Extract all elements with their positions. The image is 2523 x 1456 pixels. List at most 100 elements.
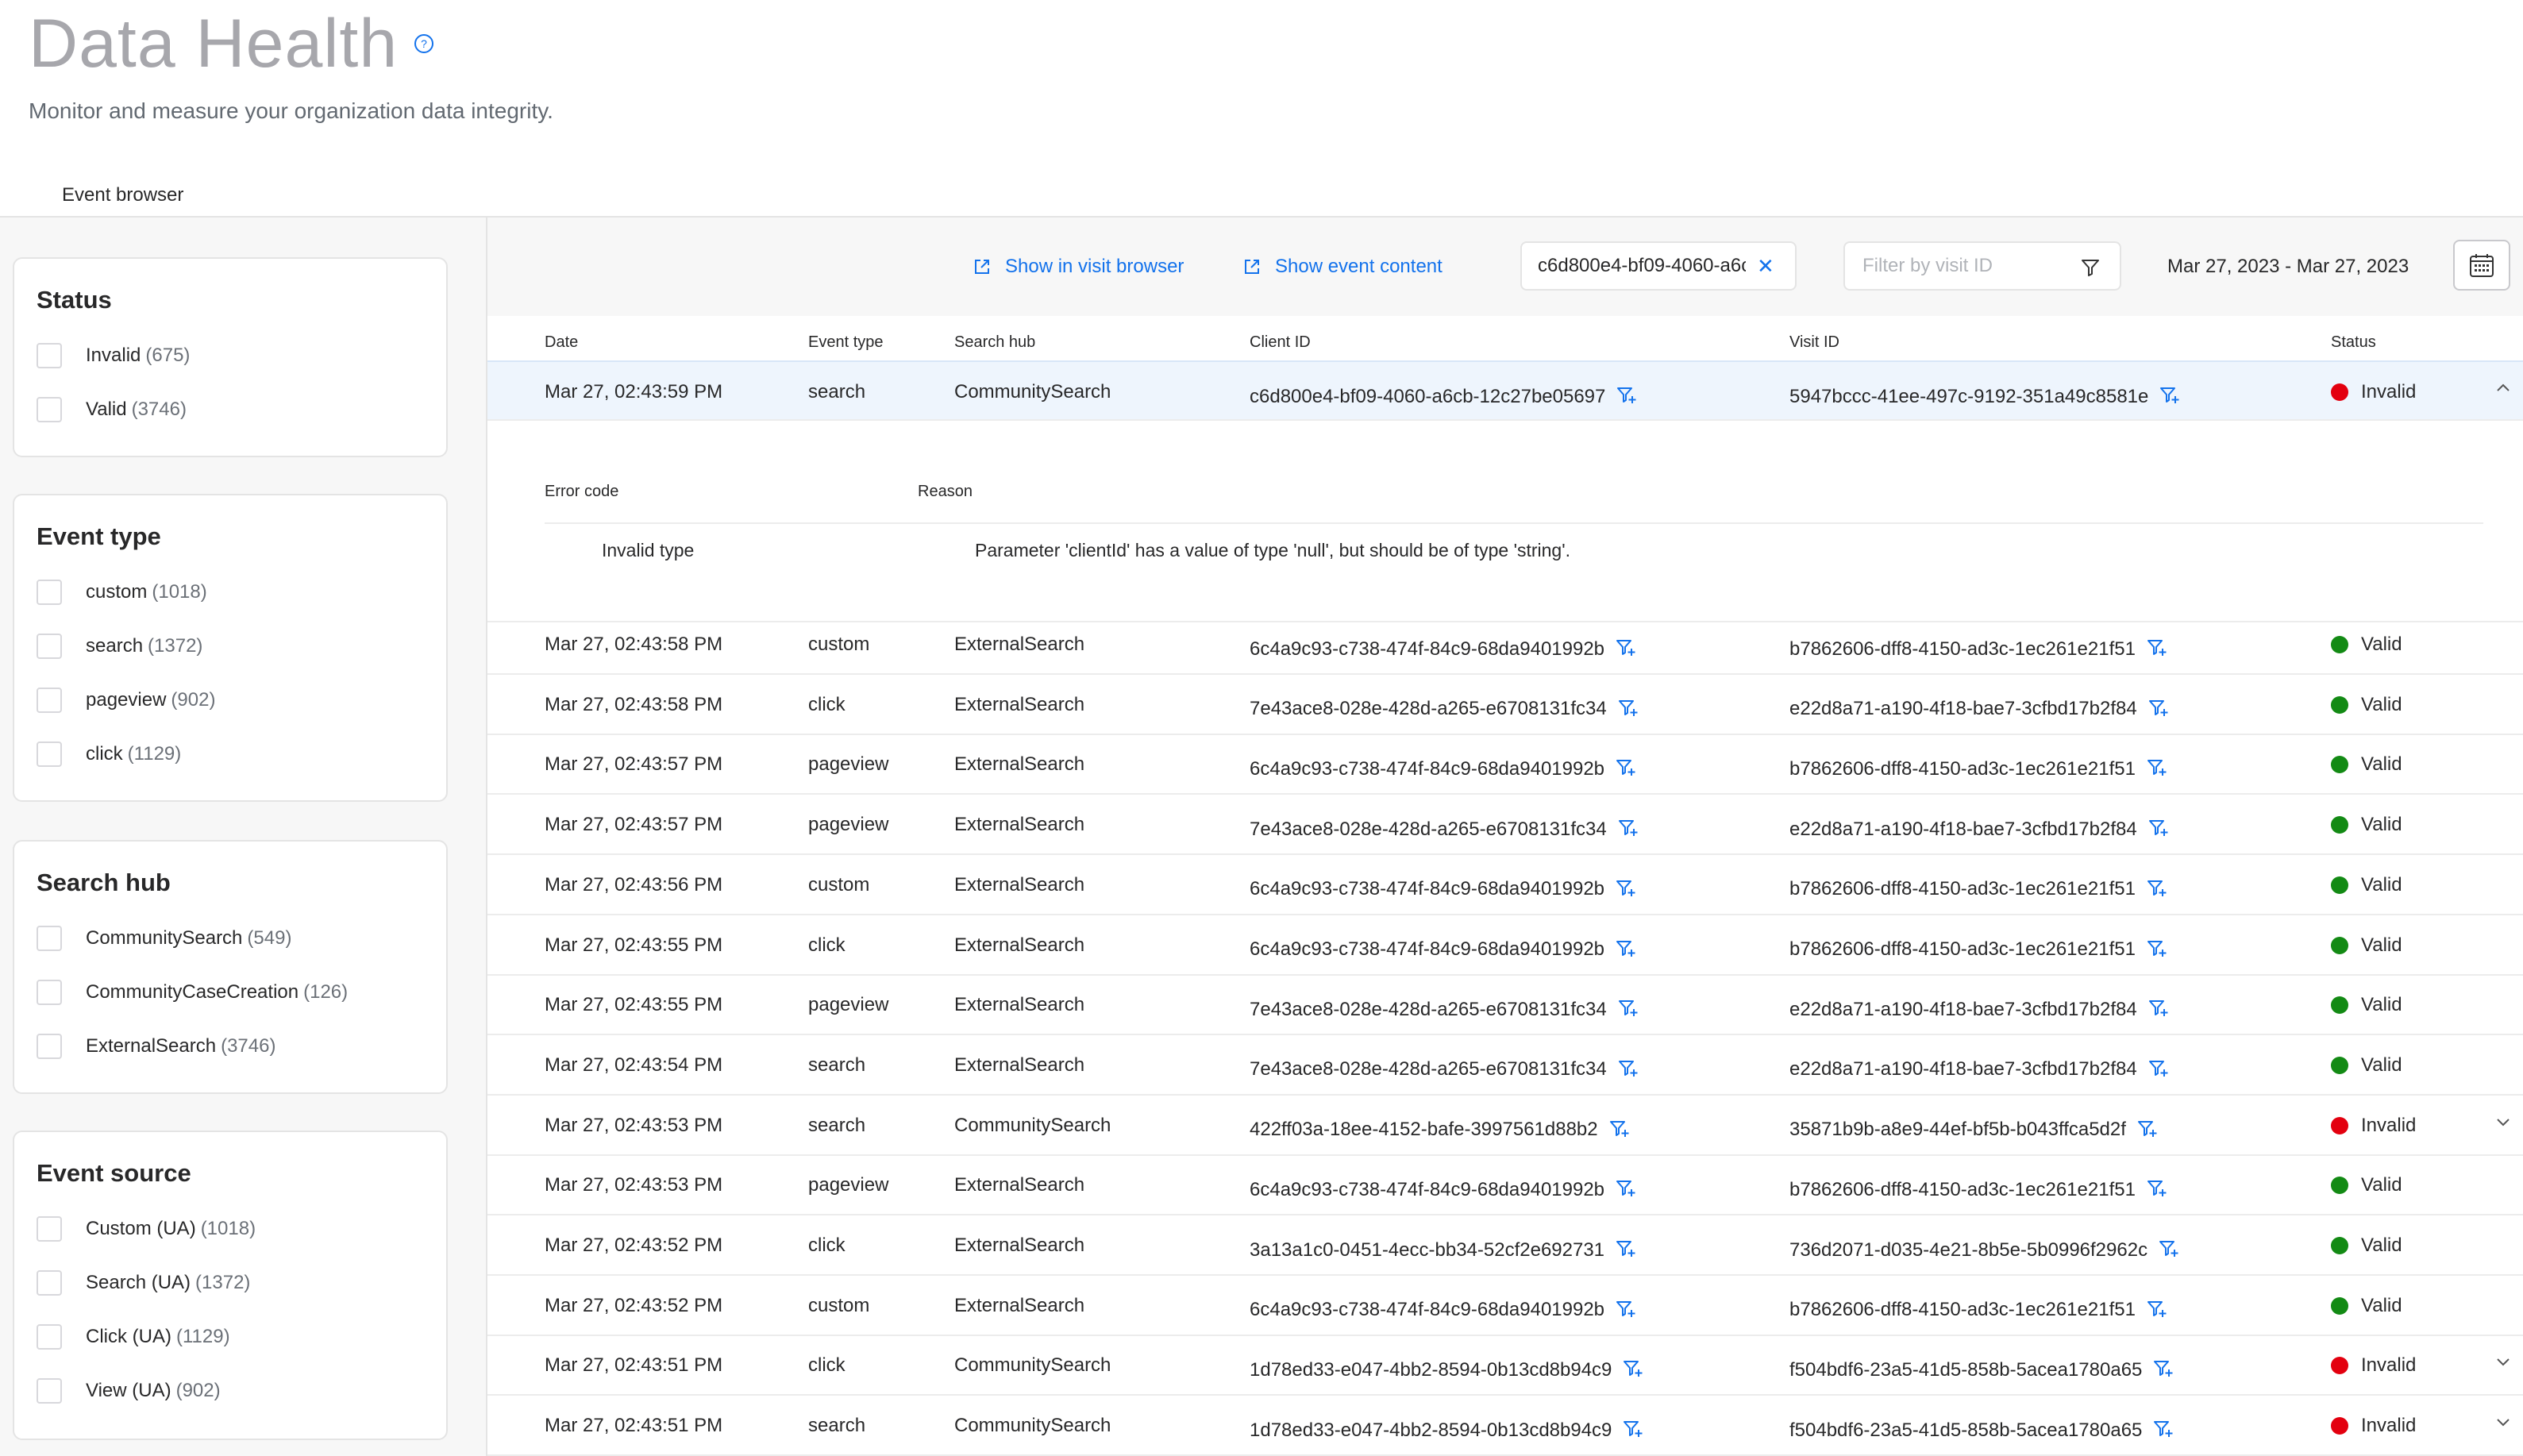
facet-checkbox[interactable] xyxy=(37,343,62,368)
calendar-button[interactable] xyxy=(2453,240,2510,291)
row-search-hub: ExternalSearch xyxy=(954,814,1085,836)
facet-checkbox[interactable] xyxy=(37,397,62,422)
column-header-status[interactable]: Status xyxy=(2331,333,2376,352)
facet-option[interactable]: Search (UA) (1372) xyxy=(37,1267,250,1299)
add-filter-icon[interactable] xyxy=(2148,999,2169,1025)
add-filter-icon[interactable] xyxy=(2159,386,2180,412)
facet-checkbox[interactable] xyxy=(37,1324,62,1350)
add-filter-icon[interactable] xyxy=(2148,1059,2169,1085)
add-filter-icon[interactable] xyxy=(2147,638,2167,664)
add-filter-icon[interactable] xyxy=(1616,386,1637,412)
add-filter-icon[interactable] xyxy=(2147,879,2167,905)
add-filter-icon[interactable] xyxy=(1623,1359,1643,1385)
table-row[interactable]: Mar 27, 02:43:52 PM click ExternalSearch 3a… xyxy=(487,1215,2523,1276)
facet-option[interactable]: View (UA) (902) xyxy=(37,1375,221,1407)
add-filter-icon[interactable] xyxy=(1609,1119,1630,1146)
add-filter-icon[interactable] xyxy=(1618,819,1639,845)
add-filter-icon[interactable] xyxy=(1616,879,1636,905)
row-client-id: 6c4a9c93-c738-474f-84c9-68da9401992b xyxy=(1250,637,1605,660)
add-filter-icon[interactable] xyxy=(2153,1359,2174,1385)
show-in-visit-browser-link[interactable]: Show in visit browser xyxy=(973,256,1184,278)
add-filter-icon[interactable] xyxy=(1618,1059,1639,1085)
add-filter-icon[interactable] xyxy=(1618,999,1639,1025)
chevron-up-icon[interactable] xyxy=(2494,379,2512,401)
add-filter-icon[interactable] xyxy=(2147,939,2167,965)
add-filter-icon[interactable] xyxy=(2137,1119,2158,1146)
facet-checkbox[interactable] xyxy=(37,580,62,605)
add-filter-icon[interactable] xyxy=(1616,939,1636,965)
facet-checkbox[interactable] xyxy=(37,1216,62,1242)
facet-option[interactable]: search (1372) xyxy=(37,630,202,662)
facet-option[interactable]: custom (1018) xyxy=(37,576,207,608)
facet-option[interactable]: Invalid (675) xyxy=(37,340,190,372)
chevron-down-icon[interactable] xyxy=(2494,1353,2512,1374)
add-filter-icon[interactable] xyxy=(2153,1419,2174,1446)
visit-id-filter[interactable] xyxy=(1843,241,2121,291)
add-filter-icon[interactable] xyxy=(1618,699,1639,725)
column-header-date[interactable]: Date xyxy=(545,333,578,352)
table-row[interactable]: Mar 27, 02:43:53 PM search CommunitySearch… xyxy=(487,1096,2523,1156)
table-row[interactable]: Mar 27, 02:43:55 PM pageview ExternalSearc… xyxy=(487,975,2523,1036)
chevron-down-icon[interactable] xyxy=(2494,1413,2512,1435)
facet-checkbox[interactable] xyxy=(37,926,62,951)
table-row[interactable]: Mar 27, 02:43:55 PM click ExternalSearch 6c… xyxy=(487,915,2523,976)
table-row[interactable]: Mar 27, 02:43:59 PM search CommunitySearch… xyxy=(487,360,2523,421)
add-filter-icon[interactable] xyxy=(1616,758,1636,784)
chevron-down-icon[interactable] xyxy=(2494,1113,2512,1134)
table-row[interactable]: Mar 27, 02:43:52 PM custom ExternalSearch 6… xyxy=(487,1276,2523,1336)
client-id-filter-chip[interactable]: c6d800e4-bf09-4060-a6cb-12c27be05697 ✕ xyxy=(1520,241,1797,291)
add-filter-icon[interactable] xyxy=(2147,1300,2167,1326)
add-filter-icon[interactable] xyxy=(2148,819,2169,845)
add-filter-icon[interactable] xyxy=(2159,1239,2179,1265)
facet-option[interactable]: Custom (UA) (1018) xyxy=(37,1213,256,1245)
help-icon[interactable]: ? xyxy=(414,33,434,54)
add-filter-icon[interactable] xyxy=(2148,699,2169,725)
facet-option[interactable]: CommunityCaseCreation (126) xyxy=(37,976,348,1008)
row-visit-id: f504bdf6-23a5-41d5-858b-5acea1780a65 xyxy=(1789,1419,2143,1441)
facet-checkbox[interactable] xyxy=(37,1378,62,1404)
facet-checkbox[interactable] xyxy=(37,980,62,1005)
show-event-content-link[interactable]: Show event content xyxy=(1243,256,1443,278)
add-filter-icon[interactable] xyxy=(2147,758,2167,784)
column-header-event-type[interactable]: Event type xyxy=(808,333,884,352)
table-row[interactable]: Mar 27, 02:43:57 PM pageview ExternalSearc… xyxy=(487,795,2523,856)
facet-option[interactable]: pageview (902) xyxy=(37,684,215,716)
facet-checkbox[interactable] xyxy=(37,634,62,659)
table-row[interactable]: Mar 27, 02:43:54 PM search ExternalSearch 7… xyxy=(487,1035,2523,1096)
tab-event-browser[interactable]: Event browser xyxy=(29,178,218,221)
add-filter-icon[interactable] xyxy=(1623,1419,1643,1446)
facet-checkbox[interactable] xyxy=(37,1270,62,1296)
facet-option[interactable]: Click (UA) (1129) xyxy=(37,1321,230,1353)
facet-checkbox[interactable] xyxy=(37,1034,62,1059)
row-client-id-cell: 7e43ace8-028e-428d-a265-e6708131fc34 xyxy=(1250,1054,1639,1085)
column-header-search-hub[interactable]: Search hub xyxy=(954,333,1035,352)
add-filter-icon[interactable] xyxy=(1616,638,1636,664)
facet-option-count: (1372) xyxy=(195,1272,251,1293)
add-filter-icon[interactable] xyxy=(1616,1179,1636,1205)
table-row[interactable]: Mar 27, 02:43:51 PM search CommunitySearch… xyxy=(487,1396,2523,1456)
visit-id-filter-input[interactable] xyxy=(1861,254,2070,278)
facet-option[interactable]: click (1129) xyxy=(37,738,181,770)
add-filter-icon[interactable] xyxy=(1616,1300,1636,1326)
row-date: Mar 27, 02:43:54 PM xyxy=(545,1053,723,1076)
facet-checkbox[interactable] xyxy=(37,688,62,713)
row-status: Valid xyxy=(2331,814,2402,836)
add-filter-icon[interactable] xyxy=(2147,1179,2167,1205)
column-header-visit-id[interactable]: Visit ID xyxy=(1789,333,1839,352)
row-visit-id-cell: b7862606-dff8-4150-ad3c-1ec261e21f51 xyxy=(1789,874,2167,905)
column-header-client-id[interactable]: Client ID xyxy=(1250,333,1311,352)
add-filter-icon[interactable] xyxy=(1616,1239,1636,1265)
table-row[interactable]: Mar 27, 02:43:58 PM custom ExternalSearch 6… xyxy=(487,614,2523,675)
table-row[interactable]: Mar 27, 02:43:51 PM click CommunitySearch 1… xyxy=(487,1335,2523,1396)
table-row[interactable]: Mar 27, 02:43:53 PM pageview ExternalSearc… xyxy=(487,1155,2523,1216)
table-row[interactable]: Mar 27, 02:43:56 PM custom ExternalSearch 6… xyxy=(487,855,2523,915)
table-row[interactable]: Mar 27, 02:43:57 PM pageview ExternalSearc… xyxy=(487,734,2523,795)
close-icon[interactable]: ✕ xyxy=(1757,254,1774,279)
row-visit-id: e22d8a71-a190-4f18-bae7-3cfbd17b2f84 xyxy=(1789,698,2137,720)
facet-option[interactable]: CommunitySearch (549) xyxy=(37,923,291,954)
facet-option[interactable]: ExternalSearch (3746) xyxy=(37,1030,275,1062)
table-row[interactable]: Mar 27, 02:43:58 PM click ExternalSearch 7e… xyxy=(487,675,2523,735)
facet-option[interactable]: Valid (3746) xyxy=(37,394,187,426)
facet-checkbox[interactable] xyxy=(37,741,62,767)
facet-event-source: Event source Custom (UA) (1018) Search (UA)… xyxy=(13,1131,448,1440)
